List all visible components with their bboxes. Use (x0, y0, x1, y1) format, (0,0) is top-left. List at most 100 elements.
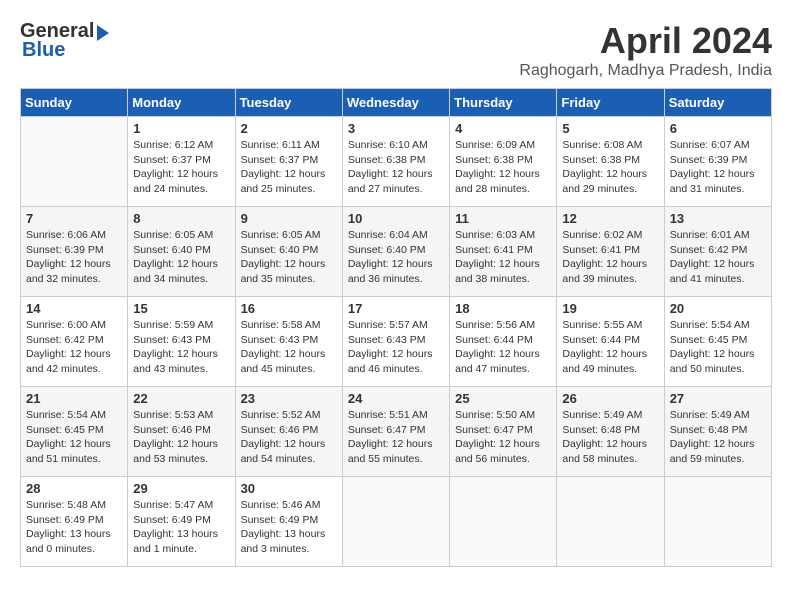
cell-info-text: Sunrise: 6:07 AM Sunset: 6:39 PM Dayligh… (670, 138, 766, 197)
table-row: 5 Sunrise: 6:08 AM Sunset: 6:38 PM Daylig… (557, 117, 664, 207)
table-row: 22Sunrise: 5:53 AM Sunset: 6:46 PM Dayli… (128, 387, 235, 477)
title-section: April 2024 Raghogarh, Madhya Pradesh, In… (519, 20, 772, 80)
table-row (557, 477, 664, 567)
cell-info-text: Sunrise: 6:11 AM Sunset: 6:37 PM Dayligh… (241, 138, 337, 197)
table-row: 19 Sunrise: 5:55 AM Sunset: 6:44 PM Dayli… (557, 297, 664, 387)
cell-info-text: Sunrise: 6:03 AM Sunset: 6:41 PM Dayligh… (455, 228, 551, 287)
cell-day-number: 3 (348, 121, 444, 136)
cell-info-text: Sunrise: 6:05 AM Sunset: 6:40 PM Dayligh… (241, 228, 337, 287)
cell-info-text: Sunrise: 5:53 AM Sunset: 6:46 PM Dayligh… (133, 408, 229, 467)
cell-info-text: Sunrise: 5:59 AM Sunset: 6:43 PM Dayligh… (133, 318, 229, 377)
table-row: 29 Sunrise: 5:47 AM Sunset: 6:49 PM Dayli… (128, 477, 235, 567)
cell-day-number: 13 (670, 211, 766, 226)
cell-info-text: Sunrise: 5:49 AM Sunset: 6:48 PM Dayligh… (562, 408, 658, 467)
cell-info-text: Sunrise: 6:01 AM Sunset: 6:42 PM Dayligh… (670, 228, 766, 287)
week-row-4: 21Sunrise: 5:54 AM Sunset: 6:45 PM Dayli… (21, 387, 772, 477)
header-row: Sunday Monday Tuesday Wednesday Thursday… (21, 89, 772, 117)
col-thursday: Thursday (450, 89, 557, 117)
table-row: 17 Sunrise: 5:57 AM Sunset: 6:43 PM Dayli… (342, 297, 449, 387)
table-row (664, 477, 771, 567)
cell-day-number: 6 (670, 121, 766, 136)
table-row: 10 Sunrise: 6:04 AM Sunset: 6:40 PM Dayli… (342, 207, 449, 297)
table-row: 25Sunrise: 5:50 AM Sunset: 6:47 PM Dayli… (450, 387, 557, 477)
cell-day-number: 27 (670, 391, 766, 406)
cell-day-number: 18 (455, 301, 551, 316)
cell-info-text: Sunrise: 5:52 AM Sunset: 6:46 PM Dayligh… (241, 408, 337, 467)
table-row: 2 Sunrise: 6:11 AM Sunset: 6:37 PM Daylig… (235, 117, 342, 207)
cell-info-text: Sunrise: 5:57 AM Sunset: 6:43 PM Dayligh… (348, 318, 444, 377)
col-wednesday: Wednesday (342, 89, 449, 117)
col-friday: Friday (557, 89, 664, 117)
cell-day-number: 16 (241, 301, 337, 316)
table-row: 6 Sunrise: 6:07 AM Sunset: 6:39 PM Daylig… (664, 117, 771, 207)
location-title: Raghogarh, Madhya Pradesh, India (519, 62, 772, 80)
week-row-3: 14Sunrise: 6:00 AM Sunset: 6:42 PM Dayli… (21, 297, 772, 387)
cell-info-text: Sunrise: 6:06 AM Sunset: 6:39 PM Dayligh… (26, 228, 122, 287)
table-row: 14Sunrise: 6:00 AM Sunset: 6:42 PM Dayli… (21, 297, 128, 387)
week-row-2: 7 Sunrise: 6:06 AM Sunset: 6:39 PM Daylig… (21, 207, 772, 297)
table-row: 23 Sunrise: 5:52 AM Sunset: 6:46 PM Dayli… (235, 387, 342, 477)
cell-info-text: Sunrise: 5:50 AM Sunset: 6:47 PM Dayligh… (455, 408, 551, 467)
logo-blue-text: Blue (20, 39, 65, 62)
cell-info-text: Sunrise: 6:08 AM Sunset: 6:38 PM Dayligh… (562, 138, 658, 197)
table-row: 26 Sunrise: 5:49 AM Sunset: 6:48 PM Dayli… (557, 387, 664, 477)
table-row: 16 Sunrise: 5:58 AM Sunset: 6:43 PM Dayli… (235, 297, 342, 387)
cell-info-text: Sunrise: 6:04 AM Sunset: 6:40 PM Dayligh… (348, 228, 444, 287)
page-container: General Blue April 2024 Raghogarh, Madhy… (20, 20, 772, 567)
cell-day-number: 12 (562, 211, 658, 226)
table-row: 24 Sunrise: 5:51 AM Sunset: 6:47 PM Dayli… (342, 387, 449, 477)
cell-info-text: Sunrise: 5:49 AM Sunset: 6:48 PM Dayligh… (670, 408, 766, 467)
cell-day-number: 26 (562, 391, 658, 406)
table-row: 27 Sunrise: 5:49 AM Sunset: 6:48 PM Dayli… (664, 387, 771, 477)
cell-day-number: 29 (133, 481, 229, 496)
logo: General Blue (20, 20, 109, 62)
cell-day-number: 10 (348, 211, 444, 226)
cell-day-number: 11 (455, 211, 551, 226)
table-row (21, 117, 128, 207)
col-monday: Monday (128, 89, 235, 117)
cell-info-text: Sunrise: 5:51 AM Sunset: 6:47 PM Dayligh… (348, 408, 444, 467)
header: General Blue April 2024 Raghogarh, Madhy… (20, 20, 772, 80)
table-row: 13 Sunrise: 6:01 AM Sunset: 6:42 PM Dayli… (664, 207, 771, 297)
cell-info-text: Sunrise: 6:02 AM Sunset: 6:41 PM Dayligh… (562, 228, 658, 287)
cell-day-number: 28 (26, 481, 122, 496)
cell-info-text: Sunrise: 5:56 AM Sunset: 6:44 PM Dayligh… (455, 318, 551, 377)
cell-day-number: 1 (133, 121, 229, 136)
cell-info-text: Sunrise: 5:54 AM Sunset: 6:45 PM Dayligh… (670, 318, 766, 377)
cell-info-text: Sunrise: 5:58 AM Sunset: 6:43 PM Dayligh… (241, 318, 337, 377)
col-saturday: Saturday (664, 89, 771, 117)
cell-day-number: 8 (133, 211, 229, 226)
table-row: 21Sunrise: 5:54 AM Sunset: 6:45 PM Dayli… (21, 387, 128, 477)
table-row (450, 477, 557, 567)
cell-day-number: 7 (26, 211, 122, 226)
table-row: 11 Sunrise: 6:03 AM Sunset: 6:41 PM Dayli… (450, 207, 557, 297)
cell-day-number: 9 (241, 211, 337, 226)
table-row: 7 Sunrise: 6:06 AM Sunset: 6:39 PM Daylig… (21, 207, 128, 297)
cell-day-number: 24 (348, 391, 444, 406)
table-row: 28Sunrise: 5:48 AM Sunset: 6:49 PM Dayli… (21, 477, 128, 567)
cell-day-number: 5 (562, 121, 658, 136)
week-row-5: 28Sunrise: 5:48 AM Sunset: 6:49 PM Dayli… (21, 477, 772, 567)
cell-info-text: Sunrise: 5:46 AM Sunset: 6:49 PM Dayligh… (241, 498, 337, 557)
table-row: 30Sunrise: 5:46 AM Sunset: 6:49 PM Dayli… (235, 477, 342, 567)
cell-info-text: Sunrise: 5:47 AM Sunset: 6:49 PM Dayligh… (133, 498, 229, 557)
cell-day-number: 19 (562, 301, 658, 316)
table-row: 18 Sunrise: 5:56 AM Sunset: 6:44 PM Dayli… (450, 297, 557, 387)
cell-day-number: 4 (455, 121, 551, 136)
cell-day-number: 17 (348, 301, 444, 316)
table-row: 4Sunrise: 6:09 AM Sunset: 6:38 PM Daylig… (450, 117, 557, 207)
calendar-table: Sunday Monday Tuesday Wednesday Thursday… (20, 88, 772, 567)
cell-day-number: 21 (26, 391, 122, 406)
cell-info-text: Sunrise: 5:55 AM Sunset: 6:44 PM Dayligh… (562, 318, 658, 377)
cell-day-number: 14 (26, 301, 122, 316)
table-row: 9 Sunrise: 6:05 AM Sunset: 6:40 PM Daylig… (235, 207, 342, 297)
table-row: 3Sunrise: 6:10 AM Sunset: 6:38 PM Daylig… (342, 117, 449, 207)
col-tuesday: Tuesday (235, 89, 342, 117)
table-row: 20 Sunrise: 5:54 AM Sunset: 6:45 PM Dayli… (664, 297, 771, 387)
cell-day-number: 20 (670, 301, 766, 316)
month-title: April 2024 (519, 20, 772, 62)
cell-day-number: 23 (241, 391, 337, 406)
cell-day-number: 15 (133, 301, 229, 316)
cell-day-number: 2 (241, 121, 337, 136)
table-row: 12 Sunrise: 6:02 AM Sunset: 6:41 PM Dayli… (557, 207, 664, 297)
